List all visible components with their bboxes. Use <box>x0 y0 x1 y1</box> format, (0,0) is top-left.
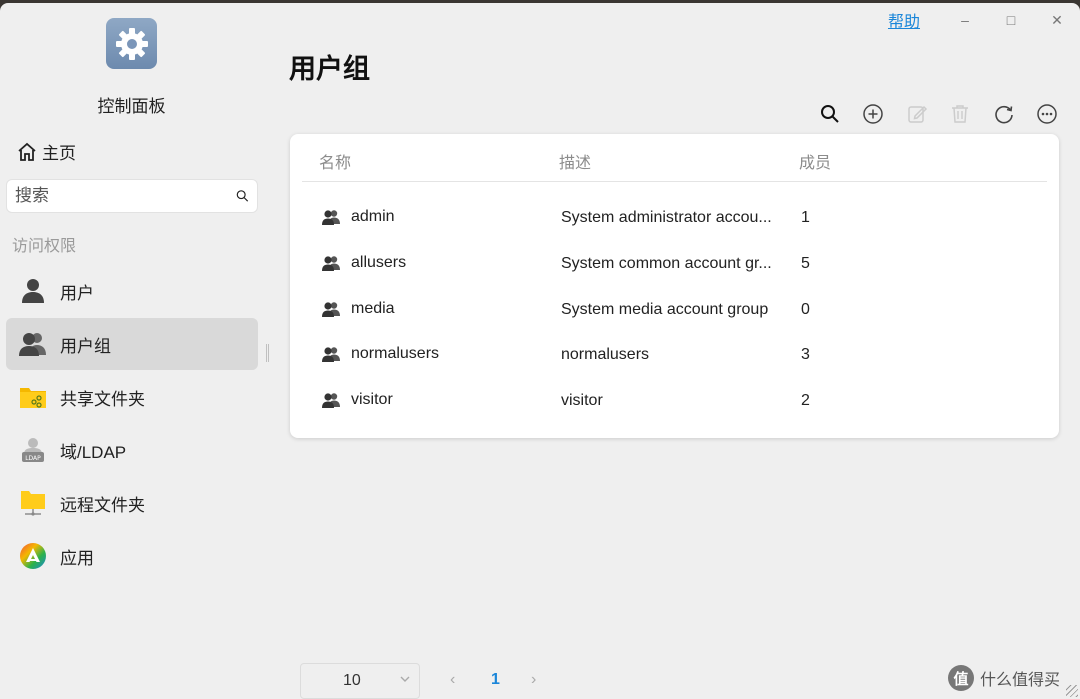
table-row[interactable]: allusers System common account gr... 5 <box>290 242 1059 288</box>
group-icon <box>322 210 340 225</box>
column-header-members[interactable]: 成员 <box>799 149 831 173</box>
group-name: allusers <box>351 254 407 271</box>
help-link[interactable]: 帮助 <box>888 8 920 32</box>
app-title: 控制面板 <box>97 97 166 116</box>
home-link[interactable]: 主页 <box>16 139 76 164</box>
table-row[interactable]: admin System administrator accou... 1 <box>290 196 1059 242</box>
sidebar-item-label: 用户组 <box>60 336 111 356</box>
group-description: System administrator accou... <box>561 209 772 226</box>
sidebar-item-apps[interactable]: 应用 <box>6 530 258 582</box>
sidebar-item-remote-folders[interactable]: 远程文件夹 <box>6 477 258 529</box>
next-page-button[interactable]: › <box>531 671 536 689</box>
table-row[interactable]: visitor visitor 2 <box>290 379 1059 425</box>
page-size-select[interactable]: 10 <box>300 663 420 699</box>
more-icon[interactable] <box>1026 100 1070 128</box>
window-resize-grip[interactable] <box>1066 685 1078 697</box>
remote-folder-icon <box>18 488 48 518</box>
watermark-logo: 值 <box>948 665 974 691</box>
group-description: System media account group <box>561 301 769 318</box>
add-icon[interactable] <box>852 100 896 128</box>
chevron-down-icon <box>399 673 411 688</box>
sidebar-item-shared-folders[interactable]: 共享文件夹 <box>6 371 258 423</box>
toolbar <box>808 100 1069 128</box>
home-icon <box>18 142 36 161</box>
control-panel-window: 帮助 – □ ✕ 控制面板 主页 搜索 访问权限 用户 用户组 共享文件夹 LD… <box>0 3 1080 699</box>
user-icon <box>18 276 48 306</box>
search-icon[interactable] <box>236 186 249 206</box>
group-icon <box>322 256 340 271</box>
group-members: 2 <box>801 392 810 409</box>
gear-icon <box>106 18 157 69</box>
sidebar-nav: 用户 用户组 共享文件夹 LDAP 域/LDAP 远程文件夹 应用 <box>6 265 258 583</box>
edit-icon[interactable] <box>895 100 939 128</box>
group-name: media <box>351 300 395 317</box>
table-row[interactable]: normalusers normalusers 3 <box>290 333 1059 379</box>
group-icon <box>322 393 340 408</box>
sidebar-search <box>6 179 258 213</box>
group-description: normalusers <box>561 346 650 363</box>
group-members: 5 <box>801 255 810 272</box>
minimize-button[interactable]: – <box>942 8 988 32</box>
app-store-icon <box>18 541 48 571</box>
sidebar-item-label: 用户 <box>60 283 94 303</box>
group-name-cell: media <box>321 300 395 318</box>
ldap-icon: LDAP <box>18 435 48 465</box>
sidebar-item-label: 域/LDAP <box>60 442 127 462</box>
group-members: 0 <box>801 301 810 318</box>
maximize-button[interactable]: □ <box>988 8 1034 32</box>
sidebar-item-users[interactable]: 用户 <box>6 265 258 317</box>
sidebar: 控制面板 主页 访问权限 <box>0 3 265 699</box>
page-size-value: 10 <box>343 672 361 689</box>
group-name: normalusers <box>351 345 440 362</box>
group-name-cell: visitor <box>321 391 393 409</box>
titlebar-controls: 帮助 – □ ✕ <box>888 8 1080 32</box>
group-members: 1 <box>801 209 810 226</box>
group-description: visitor <box>561 392 603 409</box>
home-label: 主页 <box>42 144 76 163</box>
svg-text:LDAP: LDAP <box>25 455 41 462</box>
prev-page-button[interactable]: ‹ <box>450 671 455 689</box>
table-row[interactable]: media System media account group 0 <box>290 288 1059 334</box>
search-input[interactable] <box>15 186 236 206</box>
group-members: 3 <box>801 346 810 363</box>
watermark: 值 什么值得买 <box>948 665 1060 691</box>
delete-icon[interactable] <box>939 100 983 128</box>
column-header-name[interactable]: 名称 <box>319 149 351 173</box>
user-groups-table: 名称 描述 成员 admin System administrator acco… <box>290 134 1059 438</box>
group-icon <box>322 302 340 317</box>
group-name-cell: allusers <box>321 254 406 272</box>
sidebar-item-label: 共享文件夹 <box>60 389 145 409</box>
group-name-cell: admin <box>321 208 395 226</box>
sidebar-item-label: 应用 <box>60 548 94 568</box>
refresh-icon[interactable] <box>982 100 1026 128</box>
close-button[interactable]: ✕ <box>1034 8 1080 32</box>
sidebar-item-user-groups[interactable]: 用户组 <box>6 318 258 370</box>
column-header-description[interactable]: 描述 <box>559 149 591 173</box>
group-icon <box>322 347 340 362</box>
search-icon[interactable] <box>808 100 852 128</box>
sidebar-resize-handle[interactable] <box>266 344 269 362</box>
group-name: visitor <box>351 391 393 408</box>
group-name: admin <box>351 208 395 225</box>
sidebar-item-label: 远程文件夹 <box>60 495 145 515</box>
sidebar-item-ldap[interactable]: LDAP 域/LDAP <box>6 424 258 476</box>
section-title-access: 访问权限 <box>12 238 77 255</box>
group-description: System common account gr... <box>561 255 772 272</box>
shared-folder-icon <box>18 382 48 412</box>
page-title: 用户组 <box>289 54 370 84</box>
current-page[interactable]: 1 <box>491 671 500 689</box>
group-name-cell: normalusers <box>321 345 439 363</box>
table-header: 名称 描述 成员 <box>302 134 1047 182</box>
watermark-text: 什么值得买 <box>980 672 1061 689</box>
user-group-icon <box>18 329 48 359</box>
